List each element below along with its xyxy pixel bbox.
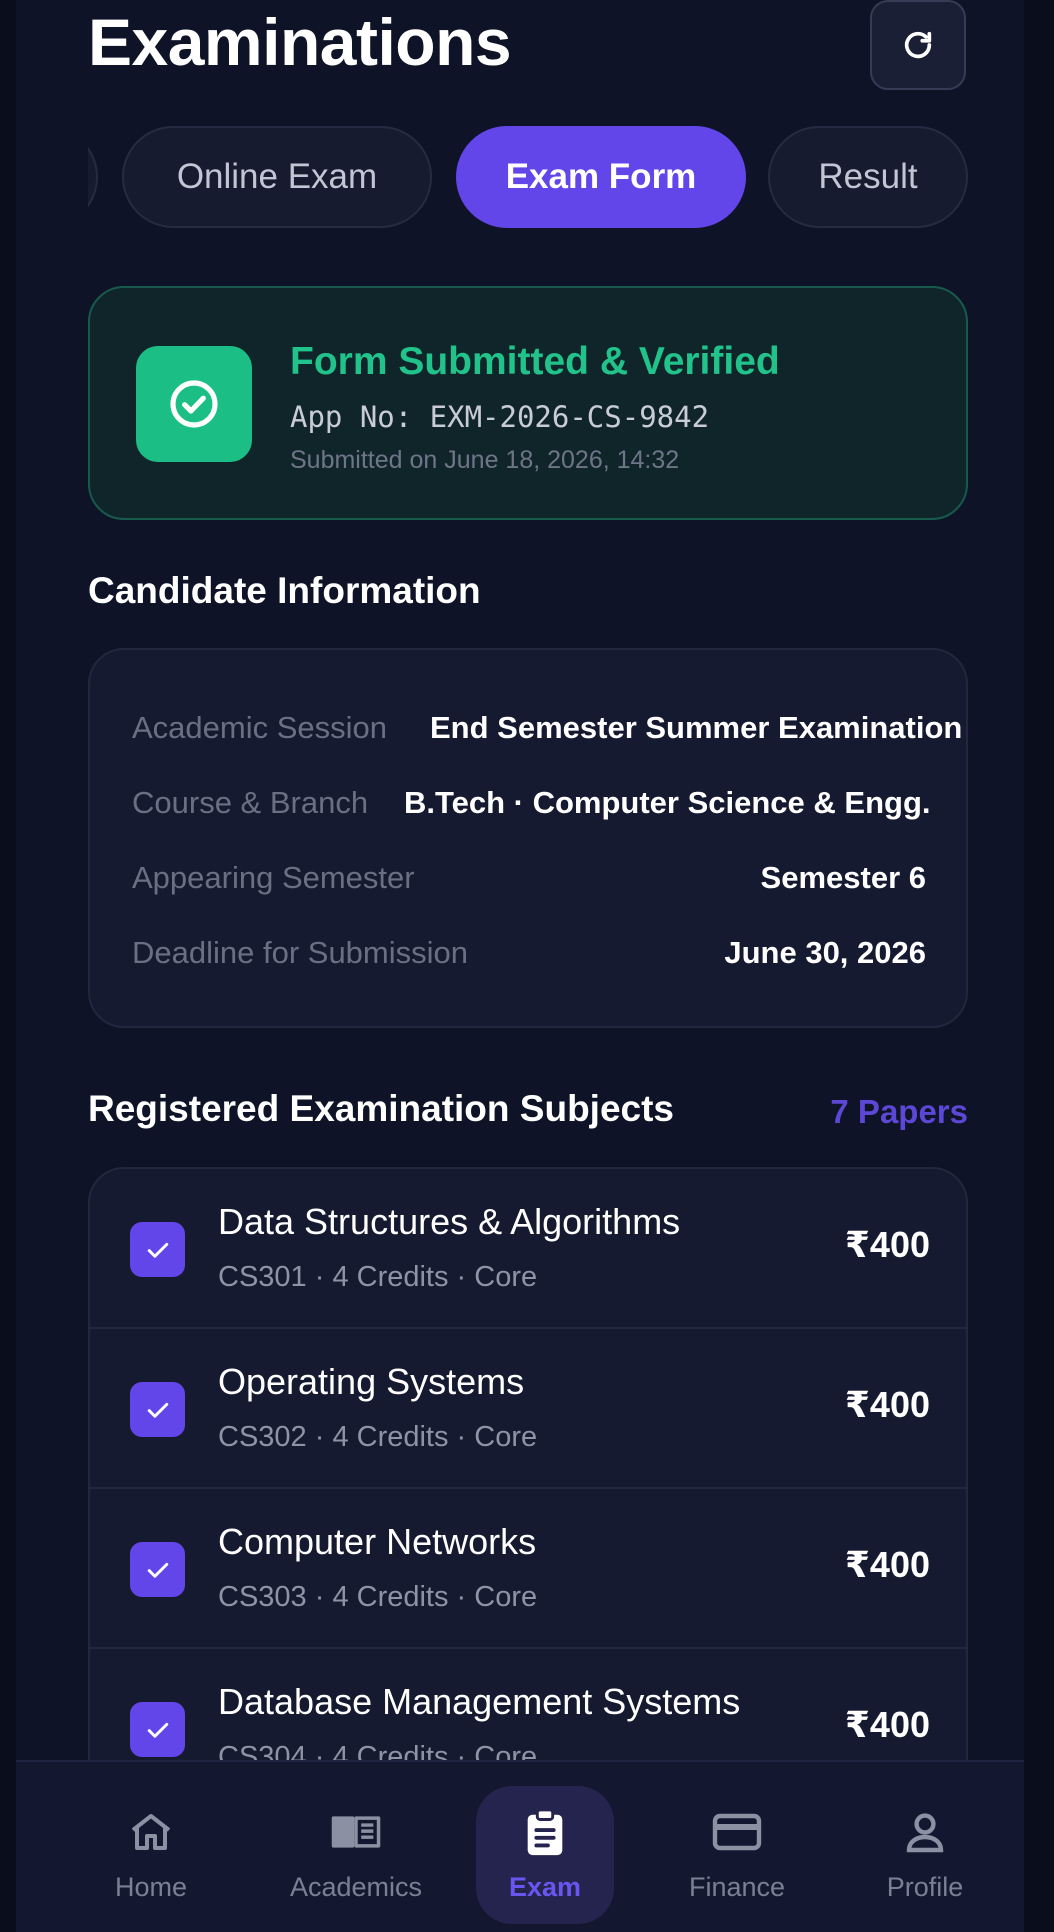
main-content: Examinations Online Exam Exam Form Resul… (88, 0, 968, 1760)
submitted-timestamp: Submitted on June 18, 2026, 14:32 (290, 446, 680, 474)
tab-exam-form[interactable]: Exam Form (456, 126, 746, 228)
subject-name: Data Structures & Algorithms (218, 1201, 681, 1242)
info-row-deadline: Deadline for Submission June 30, 2026 (132, 935, 926, 985)
clipboard-icon (527, 1808, 563, 1856)
candidate-info-card: Academic Session End Semester Summer Exa… (88, 648, 968, 1028)
info-label: Course & Branch (132, 785, 369, 820)
info-label: Deadline for Submission (132, 935, 469, 970)
check-icon (147, 1242, 168, 1258)
subject-checkbox[interactable] (130, 1222, 185, 1277)
subject-row[interactable]: Data Structures & Algorithms CS301 · 4 C… (90, 1169, 966, 1329)
nav-item-home[interactable]: Home (76, 1762, 226, 1932)
info-value: B.Tech · Computer Science & Engg. (404, 785, 931, 820)
home-icon (131, 1814, 171, 1850)
check-icon (147, 1402, 168, 1418)
nav-label: Finance (688, 1872, 786, 1902)
book-icon (331, 1816, 381, 1848)
subject-fee: ₹400 (844, 1384, 930, 1425)
bottom-navigation: Home Academics Exam Finance Profile (16, 1760, 1024, 1932)
nav-label: Profile (886, 1872, 964, 1902)
subject-fee: ₹400 (844, 1224, 930, 1265)
subjects-card: Data Structures & Algorithms CS301 · 4 C… (88, 1167, 968, 1760)
refresh-button[interactable] (870, 0, 966, 90)
nav-item-academics[interactable]: Academics (256, 1762, 456, 1932)
subject-row[interactable]: Database Management Systems CS304 · 4 Cr… (90, 1649, 966, 1760)
subject-name: Computer Networks (218, 1521, 537, 1562)
subject-row[interactable]: Operating Systems CS302 · 4 Credits · Co… (90, 1329, 966, 1489)
info-row-session: Academic Session End Semester Summer Exa… (132, 710, 968, 760)
tab-result[interactable]: Result (768, 126, 968, 228)
subject-name: Operating Systems (218, 1361, 525, 1402)
page-title: Examinations (88, 5, 512, 79)
nav-item-profile[interactable]: Profile (850, 1762, 1000, 1932)
info-row-course: Course & Branch B.Tech · Computer Scienc… (132, 785, 931, 835)
status-title: Form Submitted & Verified (290, 340, 780, 383)
subject-row[interactable]: Computer Networks CS303 · 4 Credits · Co… (90, 1489, 966, 1649)
subject-meta: CS303 · 4 Credits · Core (218, 1581, 538, 1613)
nav-item-finance[interactable]: Finance (652, 1762, 822, 1932)
status-icon-box (136, 346, 252, 462)
check-icon (147, 1562, 168, 1578)
check-circle-icon (170, 380, 218, 428)
subject-checkbox[interactable] (130, 1702, 185, 1757)
subject-name: Database Management Systems (218, 1681, 741, 1722)
nav-label: Home (114, 1872, 188, 1902)
subject-fee: ₹400 (844, 1544, 930, 1585)
subject-fee: ₹400 (844, 1704, 930, 1745)
credit-card-icon (712, 1813, 762, 1851)
tab-previous-partial[interactable] (88, 126, 98, 228)
tab-online-exam[interactable]: Online Exam (122, 126, 432, 228)
subject-checkbox[interactable] (130, 1542, 185, 1597)
nav-label: Academics (289, 1872, 423, 1902)
subject-meta: CS304 · 4 Credits · Core (218, 1741, 538, 1760)
subject-meta: CS301 · 4 Credits · Core (218, 1261, 538, 1293)
nav-item-exam[interactable]: Exam (476, 1762, 614, 1932)
info-label: Appearing Semester (132, 860, 415, 895)
submission-status-card: Form Submitted & Verified App No: EXM-20… (88, 286, 968, 520)
papers-count[interactable]: 7 Papers (830, 1093, 968, 1131)
info-label: Academic Session (132, 710, 388, 745)
application-number: App No: EXM-2026-CS-9842 (290, 400, 710, 434)
subject-meta: CS302 · 4 Credits · Core (218, 1421, 538, 1453)
subjects-title: Registered Examination Subjects (88, 1088, 675, 1129)
refresh-icon (904, 31, 932, 59)
check-icon (147, 1722, 168, 1738)
info-value: End Semester Summer Examination 2 (430, 710, 968, 745)
info-value: Semester 6 (760, 860, 926, 895)
info-value: June 30, 2026 (724, 935, 926, 970)
user-icon (906, 1813, 944, 1853)
nav-label: Exam (508, 1872, 582, 1902)
exam-tabs: Online Exam Exam Form Result (88, 126, 968, 228)
info-row-semester: Appearing Semester Semester 6 (132, 860, 926, 910)
subject-checkbox[interactable] (130, 1382, 185, 1437)
candidate-info-title: Candidate Information (88, 570, 481, 611)
